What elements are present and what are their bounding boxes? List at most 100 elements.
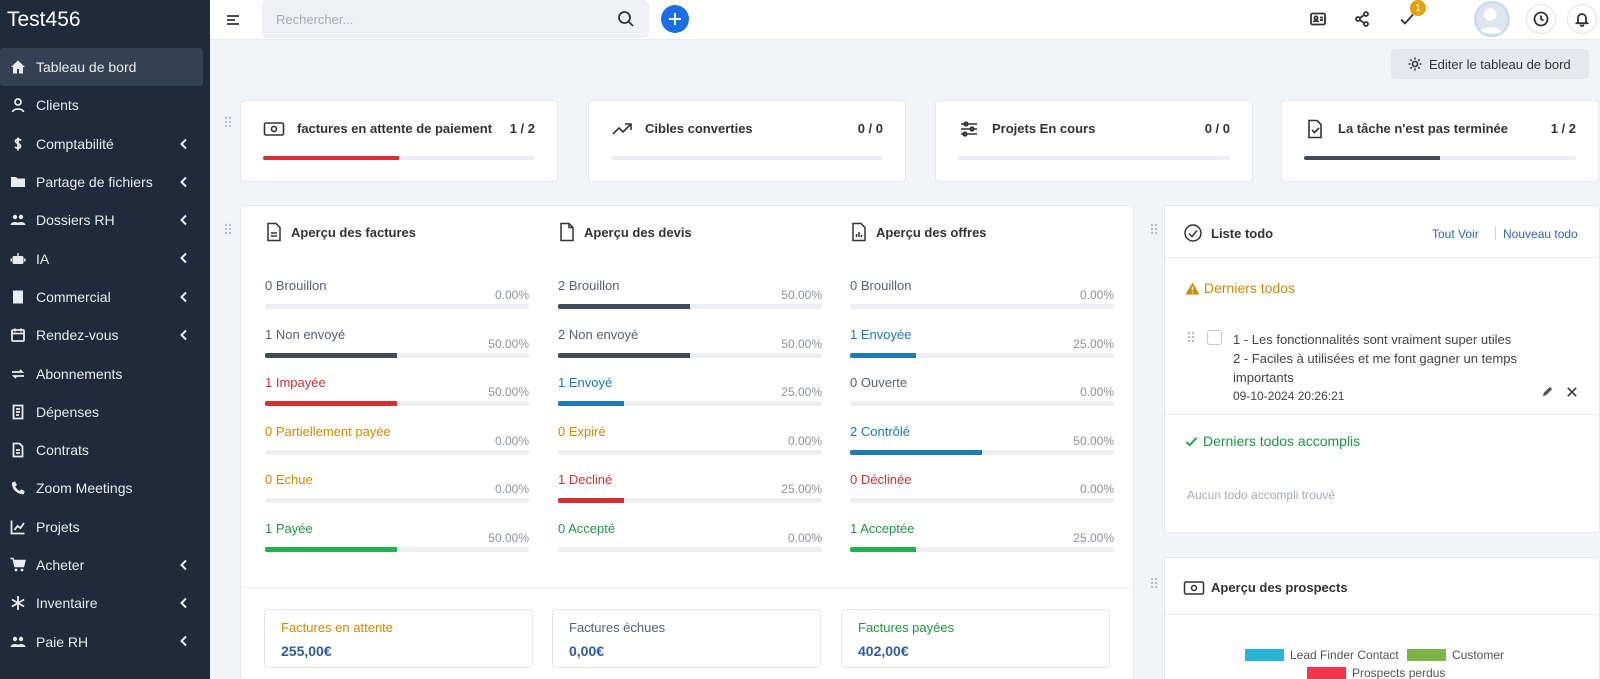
stat-card[interactable]: Cibles converties 0 / 0 <box>588 100 906 182</box>
overview-row[interactable]: 0 Echue 0.00% <box>265 472 529 504</box>
overview-row-label: 0 Ouverte <box>850 375 907 390</box>
row-count: 1 <box>558 472 566 488</box>
progress-fill <box>558 498 624 504</box>
sidebar-item-label: Contrats <box>36 442 89 459</box>
search-icon[interactable] <box>617 10 635 28</box>
stat-card[interactable]: factures en attente de paiement 1 / 2 <box>240 100 558 182</box>
tasks-check-icon[interactable]: 1 <box>1396 0 1426 30</box>
overview-row[interactable]: 0 Brouillon 0.00% <box>265 278 529 309</box>
legend-item[interactable]: Customer <box>1407 648 1504 662</box>
overview-row-label: 0 Expiré <box>558 424 606 439</box>
sidebar-item[interactable]: Dossiers RH <box>0 201 203 239</box>
drag-handle-icon[interactable] <box>224 116 232 128</box>
row-label: Echue <box>275 472 313 488</box>
pencil-icon[interactable] <box>1541 385 1554 398</box>
overview-heading: Aperçu des devis <box>558 222 692 242</box>
stat-value: 0 / 0 <box>1204 121 1230 136</box>
overview-row[interactable]: 1 Payée 50.00% <box>265 521 529 552</box>
legend-item[interactable]: Prospects perdus <box>1307 666 1445 679</box>
overview-row[interactable]: 0 Ouverte 0.00% <box>850 375 1114 407</box>
edit-dashboard-button[interactable]: Editer le tableau de bord <box>1391 49 1589 79</box>
summary-box[interactable]: Factures payées 402,00€ <box>841 609 1110 668</box>
overview-row[interactable]: 1 Decliné 25.00% <box>558 472 822 504</box>
overview-row[interactable]: 0 Partiellement payée 0.00% <box>265 423 529 455</box>
sidebar-item[interactable]: Rendez-vous <box>0 316 203 354</box>
sidebar-item[interactable]: Projets <box>0 508 203 546</box>
menu-toggle-icon[interactable] <box>224 11 242 29</box>
overview-row[interactable]: 1 Envoyé 25.00% <box>558 375 822 407</box>
sidebar-item[interactable]: Contrats <box>0 431 203 469</box>
building-icon <box>8 287 28 307</box>
summary-title: Factures en attente <box>281 620 394 635</box>
drag-handle-icon[interactable] <box>1150 223 1158 235</box>
money-icon <box>1183 581 1205 595</box>
view-all-link[interactable]: Tout Voir <box>1432 227 1479 241</box>
progress-track <box>558 352 822 358</box>
sidebar-item-label: Partage de fichiers <box>36 174 153 191</box>
timer-button[interactable] <box>1526 4 1556 34</box>
overview-row-label: 1 Acceptée <box>850 521 914 536</box>
row-count: 0 <box>265 423 273 439</box>
progress-track <box>850 401 1114 407</box>
sidebar-item-label: Comptabilité <box>36 135 114 152</box>
overview-row[interactable]: 2 Contrôlé 50.00% <box>850 424 1114 455</box>
sidebar-item[interactable]: Dépenses <box>0 393 203 431</box>
sidebar-item[interactable]: Comptabilité <box>0 125 203 163</box>
sidebar-item[interactable]: Abonnements <box>0 354 203 392</box>
overview-row[interactable]: 0 Expiré 0.00% <box>558 424 822 455</box>
stat-value: 1 / 2 <box>1550 121 1576 136</box>
sidebar-item[interactable]: Tableau de bord <box>0 48 203 87</box>
users-icon <box>8 632 28 652</box>
summary-box[interactable]: Factures échues 0,00€ <box>552 609 821 668</box>
todo-checkbox[interactable] <box>1207 330 1222 345</box>
overview-row[interactable]: 1 Impayée 50.00% <box>265 375 529 407</box>
overview-row[interactable]: 0 Brouillon 0.00% <box>850 278 1114 309</box>
stat-label: La tâche n'est pas terminée <box>1338 121 1508 136</box>
row-count: 1 <box>850 326 858 342</box>
close-icon[interactable] <box>1566 386 1578 398</box>
overview-row[interactable]: 1 Envoyée 25.00% <box>850 326 1114 358</box>
chevron-left-icon <box>177 328 191 342</box>
overview-row[interactable]: 1 Non envoyé 50.00% <box>265 327 529 358</box>
progress-track <box>611 156 883 160</box>
sidebar-item[interactable]: Paie RH <box>0 622 203 660</box>
sidebar-item[interactable]: Commercial <box>0 278 203 316</box>
todo-header: Liste todo Tout Voir Nouveau todo <box>1165 206 1599 258</box>
brand-title[interactable]: Test456 <box>0 0 210 48</box>
overview-row-label: 1 Non envoyé <box>265 327 345 342</box>
stat-card[interactable]: Projets En cours 0 / 0 <box>935 100 1253 182</box>
share-icon[interactable] <box>1351 8 1373 30</box>
avatar[interactable] <box>1474 1 1510 37</box>
sidebar-item[interactable]: Clients <box>0 86 203 124</box>
todo-item-text[interactable]: 1 - Les fonctionnalités sont vraiment su… <box>1233 330 1517 406</box>
sidebar-item[interactable]: Zoom Meetings <box>0 469 203 507</box>
drag-handle-icon[interactable] <box>1187 331 1195 343</box>
drag-handle-icon[interactable] <box>224 223 232 235</box>
user-icon <box>8 95 28 115</box>
sidebar-item[interactable]: Inventaire <box>0 584 203 622</box>
new-todo-link[interactable]: Nouveau todo <box>1503 227 1578 241</box>
row-count: 0 <box>558 521 566 536</box>
sidebar-item[interactable]: IA <box>0 239 203 277</box>
overview-row[interactable]: 0 Déclinée 0.00% <box>850 472 1114 504</box>
sidebar-item[interactable]: Acheter <box>0 546 203 584</box>
overview-row[interactable]: 2 Brouillon 50.00% <box>558 278 822 309</box>
overview-row[interactable]: 0 Accepté 0.00% <box>558 521 822 552</box>
sidebar-item-label: Zoom Meetings <box>36 480 133 497</box>
home-icon <box>8 57 28 77</box>
todo-line: 2 - Faciles à utilisées et me font gagne… <box>1233 351 1517 366</box>
sidebar-item[interactable]: Partage de fichiers <box>0 163 203 201</box>
stat-card[interactable]: La tâche n'est pas terminée 1 / 2 <box>1281 100 1599 182</box>
add-button[interactable] <box>661 5 689 33</box>
overview-row[interactable]: 1 Acceptée 25.00% <box>850 521 1114 552</box>
search-input[interactable] <box>276 11 617 27</box>
contact-card-icon[interactable] <box>1307 8 1329 30</box>
drag-handle-icon[interactable] <box>1150 577 1158 589</box>
phone-icon <box>8 478 28 498</box>
row-count: 0 <box>265 472 273 488</box>
notifications-button[interactable] <box>1567 4 1597 34</box>
summary-box[interactable]: Factures en attente 255,00€ <box>264 609 533 668</box>
sidebar-item-label: Inventaire <box>36 595 98 612</box>
legend-item[interactable]: Lead Finder Contact <box>1245 648 1399 662</box>
overview-row[interactable]: 2 Non envoyé 50.00% <box>558 327 822 358</box>
